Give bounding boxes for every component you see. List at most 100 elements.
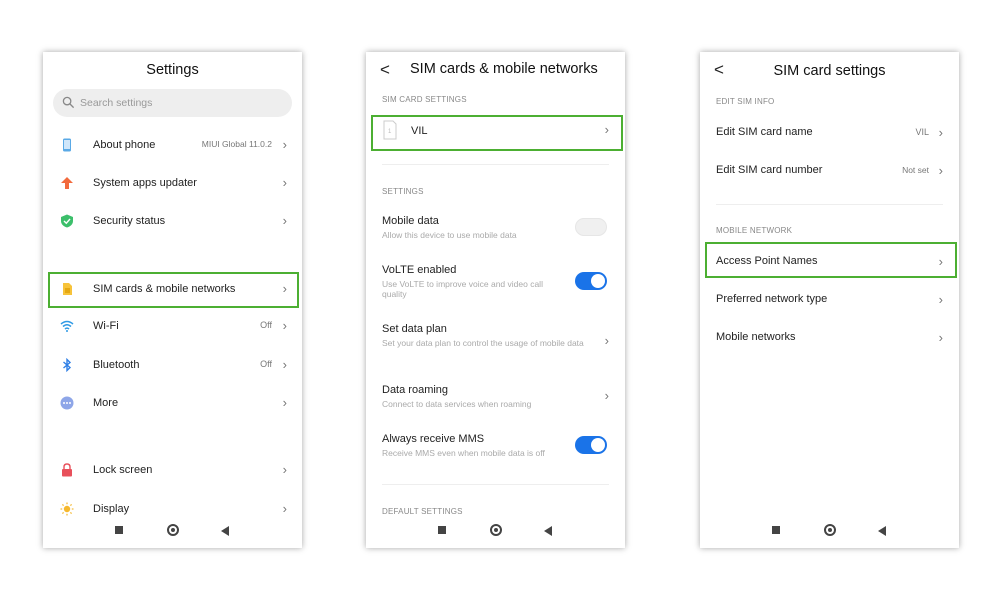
settings-item-label: System apps updater [93,177,197,189]
chevron-right-icon: › [604,333,609,348]
settings-item-security-status[interactable]: Security status › [43,203,302,241]
edit-sim-card-number-row[interactable]: Edit SIM card number Not set › [700,163,959,184]
mobile-networks-row[interactable]: Mobile networks › [700,330,959,351]
setting-title: Mobile data [382,215,439,227]
settings-item-label: Bluetooth [93,359,140,371]
highlight-box [705,242,957,278]
back-nav-button[interactable] [221,526,229,536]
settings-item-system-apps-updater[interactable]: System apps updater › [43,165,302,203]
edit-sim-card-name-row[interactable]: Edit SIM card name VIL › [700,125,959,146]
item-label: Edit SIM card name [716,126,813,138]
settings-item-label: Security status [93,215,166,227]
setting-always-receive-mms[interactable]: Always receive MMS Receive MMS even when… [366,433,625,463]
settings-item-label: Lock screen [93,464,153,476]
settings-item-value: Off [260,320,272,330]
more-dots-icon [60,396,74,410]
search-icon [62,96,75,109]
section-header-edit-sim-info: EDIT SIM INFO [716,97,775,106]
item-value: VIL [915,127,929,137]
setting-volte-enabled[interactable]: VoLTE enabled Use VoLTE to improve voice… [366,264,625,304]
chevron-right-icon: › [282,462,287,477]
chevron-right-icon: › [282,175,287,190]
chevron-right-icon: › [282,213,287,228]
item-label: Mobile networks [716,331,796,343]
divider [382,164,609,165]
section-header-default-settings: DEFAULT SETTINGS [382,507,463,516]
recent-apps-button[interactable] [115,526,123,534]
chevron-right-icon: › [938,292,943,307]
settings-screen: Settings About phone MIUI Global 11.0.2 … [43,52,302,548]
shield-check-icon [61,214,73,228]
navigation-bar [700,518,959,548]
section-header-mobile-network: MOBILE NETWORK [716,226,793,235]
page-title: Settings [146,62,199,78]
page-title: SIM card settings [773,63,886,79]
chevron-right-icon: › [282,318,287,333]
search-input[interactable] [80,94,260,112]
phone-icon [63,138,71,152]
page-title: SIM cards & mobile networks [410,61,598,77]
settings-item-label: More [93,397,119,409]
preferred-network-type-row[interactable]: Preferred network type › [700,292,959,313]
back-nav-button[interactable] [544,526,552,536]
setting-title: Always receive MMS [382,433,485,445]
chevron-right-icon: › [938,330,943,345]
mobile-data-toggle[interactable] [575,218,607,236]
always-receive-mms-toggle[interactable] [575,436,607,454]
setting-title: Data roaming [382,384,449,396]
screen-header: < SIM cards & mobile networks [366,52,625,92]
chevron-right-icon: › [282,357,287,372]
screen-header: < SIM card settings [700,52,959,92]
setting-set-data-plan[interactable]: Set data plan Set your data plan to cont… [366,323,625,363]
wifi-icon [60,320,74,332]
navigation-bar [366,518,625,548]
item-value: Not set [902,165,929,175]
sim-card-settings-screen: < SIM card settings EDIT SIM INFO Edit S… [700,52,959,548]
bluetooth-icon [63,358,72,372]
arrow-up-icon [61,177,73,189]
chevron-right-icon: › [282,395,287,410]
setting-data-roaming[interactable]: Data roaming Connect to data services wh… [366,384,625,414]
setting-subtitle: Use VoLTE to improve voice and video cal… [382,279,543,299]
chevron-right-icon: › [282,501,287,516]
setting-title: VoLTE enabled [382,264,457,276]
highlight-box [48,272,299,308]
item-label: Edit SIM card number [716,164,823,176]
setting-subtitle: Connect to data services when roaming [382,399,532,409]
home-button[interactable] [490,524,502,536]
recent-apps-button[interactable] [772,526,780,534]
settings-item-wifi[interactable]: Wi-Fi Off › [43,308,302,346]
settings-item-more[interactable]: More › [43,385,302,423]
volte-toggle[interactable] [575,272,607,290]
item-label: Preferred network type [716,293,828,305]
chevron-right-icon: › [938,163,943,178]
settings-item-about-phone[interactable]: About phone MIUI Global 11.0.2 › [43,127,302,165]
lock-icon [62,463,72,477]
section-header-settings: SETTINGS [382,187,424,196]
settings-item-value: MIUI Global 11.0.2 [201,139,272,149]
back-arrow-icon[interactable]: < [380,60,390,80]
recent-apps-button[interactable] [438,526,446,534]
chevron-right-icon: › [604,388,609,403]
settings-item-label: Wi-Fi [93,320,119,332]
back-nav-button[interactable] [878,526,886,536]
settings-item-label: Display [93,503,130,515]
home-button[interactable] [824,524,836,536]
setting-mobile-data[interactable]: Mobile data Allow this device to use mob… [366,215,625,245]
settings-header: Settings [43,52,302,92]
setting-title: Set data plan [382,323,447,335]
settings-item-bluetooth[interactable]: Bluetooth Off › [43,347,302,385]
highlight-box [371,115,623,151]
navigation-bar [43,518,302,548]
setting-subtitle: Receive MMS even when mobile data is off [382,448,545,458]
chevron-right-icon: › [282,137,287,152]
section-header-sim-card-settings: SIM CARD SETTINGS [382,95,467,104]
home-button[interactable] [167,524,179,536]
settings-item-lock-screen[interactable]: Lock screen › [43,452,302,490]
search-bar[interactable] [53,89,292,117]
setting-subtitle: Allow this device to use mobile data [382,230,517,240]
sun-icon [60,502,74,516]
settings-item-label: About phone [93,139,156,151]
divider [382,484,609,485]
setting-subtitle: Set your data plan to control the usage … [382,338,584,348]
